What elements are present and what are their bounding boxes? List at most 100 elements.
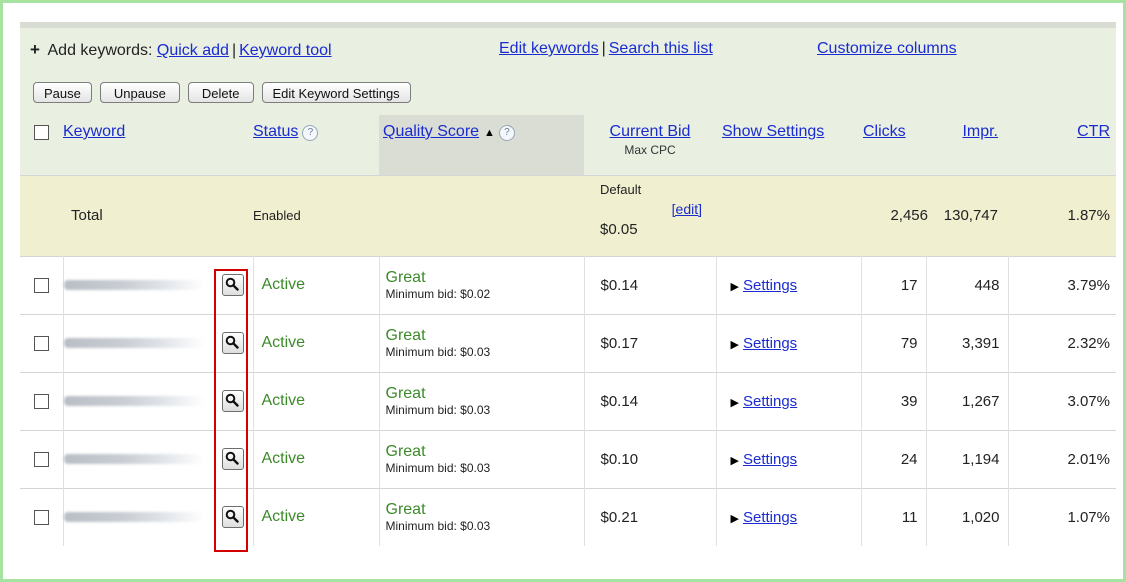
delete-button[interactable]: Delete [187,82,254,103]
keyword-header: Keyword [63,115,253,175]
blurred-keyword [63,338,204,348]
bid-value[interactable]: $0.14 [601,393,639,410]
clicks-column-header[interactable]: Clicks [863,123,906,140]
bid-value[interactable]: $0.14 [601,277,639,294]
row-checkbox[interactable] [33,278,49,294]
status-header: Status? [253,115,379,175]
impr-cell: 1,020 [925,488,1008,546]
edit-keyword-settings-button[interactable]: Edit Keyword Settings [261,82,411,103]
status-cell: Active [252,430,379,488]
keywords-panel: + Add keywords: Quick add | Keyword tool E… [20,22,1116,552]
total-status: Enabled [253,174,379,256]
plus-icon: + [30,40,40,59]
status-cell: Active [252,488,379,546]
magnifier-icon[interactable] [221,274,244,296]
quick-add-link[interactable]: Quick add [157,42,229,59]
impr-value: 448 [974,276,1000,294]
edit-default-bid-link[interactable]: [edit] [672,201,702,217]
settings-link[interactable]: Settings [743,335,797,352]
impr-cell: 448 [925,256,1008,314]
bid-value[interactable]: $0.21 [601,509,639,526]
current-bid-header: Current Bid Max CPC [584,115,716,175]
quality-score-column-header[interactable]: Quality Score [383,123,479,140]
edit-keywords-link[interactable]: Edit keywords [499,40,599,57]
status-text: Active [261,450,306,467]
settings-link[interactable]: Settings [743,451,797,468]
keyword-tool-link[interactable]: Keyword tool [239,42,332,59]
quality-score-cell: Great Minimum bid: $0.02 [378,256,584,314]
total-clicks: 2,456 [861,174,928,256]
magnifier-icon[interactable] [221,332,244,354]
search-this-list-link[interactable]: Search this list [609,40,713,57]
total-impr: 130,747 [926,174,1008,256]
table-row: Active Great Minimum bid: $0.02 $0.14 ▶ Se… [20,256,1116,314]
clicks-cell: 79 [860,314,926,372]
table-row: Active Great Minimum bid: $0.03 $0.10 ▶ Se… [20,430,1116,488]
clicks-value: 11 [901,508,918,526]
ctr-value: 1.07% [1067,508,1110,526]
quality-score-text: Great [385,269,426,286]
quality-score-cell: Great Minimum bid: $0.03 [378,488,584,546]
bid-value[interactable]: $0.10 [601,451,639,468]
clicks-value: 24 [900,450,918,468]
total-impr-text: 130,747 [943,207,998,224]
clicks-value: 79 [900,334,918,352]
settings-link[interactable]: Settings [743,393,797,410]
show-settings-link[interactable]: Show Settings [722,123,824,140]
current-bid-column-header[interactable]: Current Bid [610,123,691,140]
total-ctr-text: 1.87% [1067,207,1110,224]
settings-link[interactable]: Settings [743,277,797,294]
keyword-cell [62,314,253,372]
total-settings [716,174,861,256]
default-bid-label: Default [600,181,642,197]
magnifier-icon[interactable] [221,448,244,470]
total-clicks-text: 2,456 [890,207,928,224]
ctr-column-header[interactable]: CTR [1077,123,1110,140]
magnifier-icon[interactable] [221,390,244,412]
blurred-keyword [63,280,204,290]
clicks-cell: 24 [860,430,926,488]
customize-columns-container: Customize columns [817,40,957,58]
sort-ascending-icon: ▲ [484,127,495,139]
impr-value: 1,267 [961,392,1000,410]
quality-score-text: Great [385,385,426,402]
row-checkbox[interactable] [33,394,49,410]
row-checkbox[interactable] [33,452,49,468]
add-keywords-label: Add keywords: [47,42,153,59]
bid-value[interactable]: $0.17 [601,335,639,352]
triangle-right-icon: ▶ [730,512,739,525]
minimum-bid-text: Minimum bid: $0.03 [385,461,491,475]
ctr-cell: 3.07% [1007,372,1116,430]
row-check-cell [20,488,63,546]
status-column-header[interactable]: Status [253,123,298,140]
ctr-value: 3.79% [1067,276,1110,294]
action-buttons: Pause Unpause Delete Edit Keyword Settin… [33,82,411,106]
customize-columns-link[interactable]: Customize columns [817,40,957,57]
keyword-column-header[interactable]: Keyword [63,123,125,140]
impr-cell: 1,267 [925,372,1008,430]
keywords-table: Keyword Status? Quality Score ▲? Current … [20,115,1116,546]
impr-column-header[interactable]: Impr. [962,123,998,140]
question-circle-icon[interactable]: ? [498,125,515,141]
minimum-bid-text: Minimum bid: $0.03 [385,345,491,359]
bid-cell: $0.10 [583,430,716,488]
select-all-checkbox[interactable] [34,124,49,140]
add-keywords-row: + Add keywords: Quick add | Keyword tool [30,40,332,64]
unpause-button[interactable]: Unpause [99,82,180,103]
impr-value: 3,391 [961,334,1000,352]
question-circle-icon[interactable]: ? [302,125,319,141]
total-bid-cell: Default [edit] $0.05 [584,174,716,256]
pause-button[interactable]: Pause [33,82,92,103]
settings-link[interactable]: Settings [743,509,797,526]
default-bid-value: $0.05 [600,220,638,238]
quality-score-text: Great [385,443,426,460]
magnifier-icon[interactable] [221,506,244,529]
ctr-cell: 2.01% [1007,430,1116,488]
show-settings-header: Show Settings [716,115,861,175]
row-checkbox[interactable] [33,336,49,352]
row-checkbox[interactable] [33,510,49,526]
total-status-text: Enabled [253,208,301,223]
ctr-value: 2.32% [1067,334,1110,352]
settings-cell: ▶ Settings [715,488,861,546]
quality-score-cell: Great Minimum bid: $0.03 [378,430,584,488]
